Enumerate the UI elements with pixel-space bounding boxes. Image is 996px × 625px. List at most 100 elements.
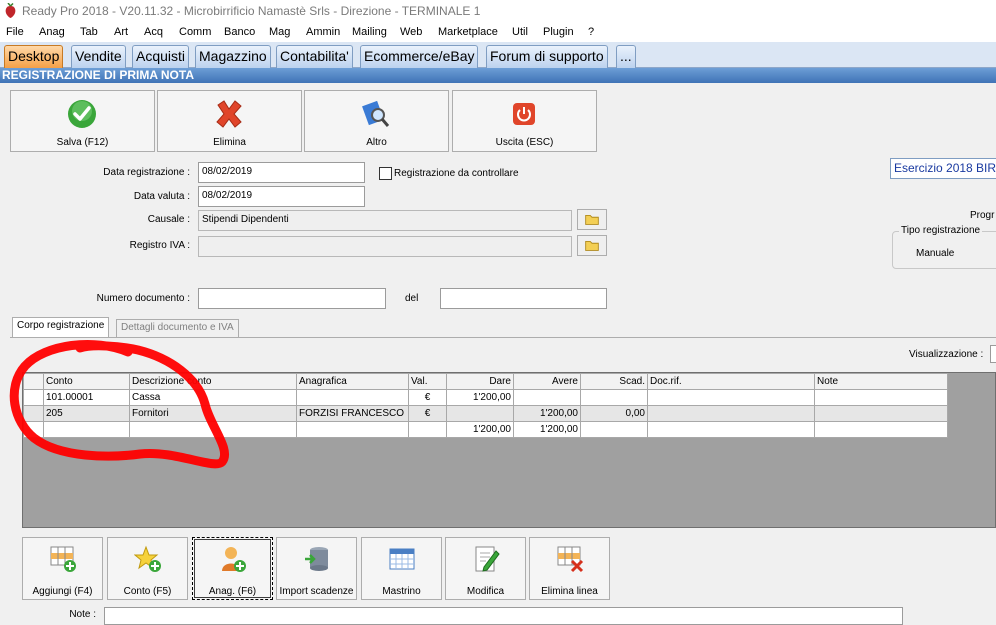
data-valuta-field[interactable]: 08/02/2019 xyxy=(198,186,365,207)
cell-val[interactable]: € xyxy=(408,405,447,422)
delete-button[interactable]: Elimina xyxy=(157,90,302,152)
cell-val[interactable]: € xyxy=(408,389,447,406)
tab-vendite[interactable]: Vendite xyxy=(71,45,126,68)
tab-magazzino[interactable]: Magazzino xyxy=(195,45,271,68)
conto-label: Conto (F5) xyxy=(123,586,172,597)
edit-document-icon xyxy=(475,546,500,572)
menu-plugin[interactable]: Plugin xyxy=(543,26,574,38)
user-add-icon xyxy=(222,547,246,572)
causale-label: Causale : xyxy=(147,214,190,225)
causale-browse-button[interactable] xyxy=(577,209,607,230)
row-indicator xyxy=(23,405,44,422)
tab-forum[interactable]: Forum di supporto xyxy=(486,45,608,68)
cell-descrizione[interactable]: Fornitori xyxy=(129,405,297,422)
tab-acquisti[interactable]: Acquisti xyxy=(132,45,190,68)
col-conto[interactable]: Conto xyxy=(43,373,130,390)
folder-icon xyxy=(585,240,599,251)
cell-scad[interactable]: 0,00 xyxy=(580,405,648,422)
cell-descrizione[interactable]: Cassa xyxy=(129,389,297,406)
registrazione-controllare-checkbox[interactable] xyxy=(379,167,392,180)
menu-acq[interactable]: Acq xyxy=(144,26,163,38)
exit-button[interactable]: Uscita (ESC) xyxy=(452,90,597,152)
note-label: Note : xyxy=(69,609,96,620)
menu-banco[interactable]: Banco xyxy=(224,26,255,38)
grid-header-row: Conto Descrizione conto Anagrafica Val. … xyxy=(23,373,948,390)
col-note[interactable]: Note xyxy=(814,373,948,390)
cell-note[interactable] xyxy=(814,405,948,422)
visualizzazione-label: Visualizzazione : xyxy=(909,349,984,360)
tab-more[interactable]: ... xyxy=(616,45,636,68)
elimina-linea-button[interactable]: Elimina linea xyxy=(529,537,610,600)
cell-docrif[interactable] xyxy=(647,389,815,406)
window-title: Ready Pro 2018 - V20.11.32 - Microbirrif… xyxy=(22,4,481,18)
col-val[interactable]: Val. xyxy=(408,373,447,390)
import-scadenze-button[interactable]: Import scadenze xyxy=(276,537,357,600)
table-row[interactable]: 205 Fornitori FORZISI FRANCESCO € 1'200,… xyxy=(23,405,948,422)
modifica-button[interactable]: Modifica xyxy=(445,537,526,600)
tab-desktop[interactable]: Desktop xyxy=(4,45,64,68)
other-label: Altro xyxy=(366,137,387,148)
cell-conto[interactable]: 101.00001 xyxy=(43,389,130,406)
cell-anagrafica[interactable]: FORZISI FRANCESCO xyxy=(296,405,409,422)
menu-help[interactable]: ? xyxy=(588,26,594,38)
tipo-registrazione-value[interactable]: Manuale xyxy=(916,248,954,259)
totals-row: 1'200,00 1'200,00 xyxy=(23,421,948,438)
tab-contabilita[interactable]: Contabilita' xyxy=(276,45,353,68)
menu-mag[interactable]: Mag xyxy=(269,26,290,38)
star-add-icon xyxy=(134,545,161,572)
col-descrizione[interactable]: Descrizione conto xyxy=(129,373,297,390)
grid-row-indicator-header xyxy=(23,373,44,390)
menu-ammin[interactable]: Ammin xyxy=(306,26,340,38)
col-docrif[interactable]: Doc.rif. xyxy=(647,373,815,390)
menu-file[interactable]: File xyxy=(6,26,24,38)
cell-scad[interactable] xyxy=(580,389,648,406)
note-field[interactable] xyxy=(104,607,903,625)
menu-bar: File Anag Tab Art Acq Comm Banco Mag Amm… xyxy=(0,23,996,42)
conto-button[interactable]: Conto (F5) xyxy=(107,537,188,600)
mastrino-button[interactable]: Mastrino xyxy=(361,537,442,600)
menu-tab[interactable]: Tab xyxy=(80,26,98,38)
menu-anag[interactable]: Anag xyxy=(39,26,65,38)
anag-button[interactable]: Anag. (F6) xyxy=(192,537,273,600)
col-dare[interactable]: Dare xyxy=(446,373,514,390)
add-row-button[interactable]: Aggiungi (F4) xyxy=(22,537,103,600)
menu-mailing[interactable]: Mailing xyxy=(352,26,387,38)
visualizzazione-select[interactable] xyxy=(990,345,996,363)
del-field[interactable] xyxy=(440,288,607,309)
data-registrazione-label: Data registrazione : xyxy=(103,167,190,178)
menu-web[interactable]: Web xyxy=(400,26,422,38)
save-button[interactable]: Salva (F12) xyxy=(10,90,155,152)
menu-art[interactable]: Art xyxy=(114,26,128,38)
table-row[interactable]: 101.00001 Cassa € 1'200,00 xyxy=(23,389,948,406)
col-scad[interactable]: Scad. xyxy=(580,373,648,390)
tab-divider xyxy=(10,337,996,338)
main-tabs: Desktop Vendite Acquisti Magazzino Conta… xyxy=(0,42,996,68)
menu-util[interactable]: Util xyxy=(512,26,528,38)
esercizio-select[interactable]: Esercizio 2018 BIR xyxy=(890,158,996,179)
menu-comm[interactable]: Comm xyxy=(179,26,211,38)
col-anagrafica[interactable]: Anagrafica xyxy=(296,373,409,390)
registration-grid-area: Conto Descrizione conto Anagrafica Val. … xyxy=(22,372,996,528)
registro-iva-field[interactable] xyxy=(198,236,572,257)
cell-docrif[interactable] xyxy=(647,405,815,422)
other-button[interactable]: Altro xyxy=(304,90,449,152)
causale-field[interactable]: Stipendi Dipendenti xyxy=(198,210,572,231)
tab-dettagli-documento[interactable]: Dettagli documento e IVA xyxy=(116,319,239,337)
cell-anagrafica[interactable] xyxy=(296,389,409,406)
tipo-registrazione-label: Tipo registrazione xyxy=(899,225,983,236)
cell-conto[interactable]: 205 xyxy=(43,405,130,422)
tab-corpo-registrazione[interactable]: Corpo registrazione xyxy=(12,317,110,338)
cell-avere[interactable] xyxy=(513,389,581,406)
numero-documento-field[interactable] xyxy=(198,288,386,309)
cell-dare[interactable]: 1'200,00 xyxy=(446,389,514,406)
tab-ecommerce[interactable]: Ecommerce/eBay xyxy=(360,45,479,68)
registro-iva-browse-button[interactable] xyxy=(577,235,607,256)
col-avere[interactable]: Avere xyxy=(513,373,581,390)
menu-marketplace[interactable]: Marketplace xyxy=(438,26,498,38)
cell-dare[interactable] xyxy=(446,405,514,422)
data-registrazione-field[interactable]: 08/02/2019 xyxy=(198,162,365,183)
cell-note[interactable] xyxy=(814,389,948,406)
modifica-label: Modifica xyxy=(466,586,505,597)
cell-avere[interactable]: 1'200,00 xyxy=(513,405,581,422)
exit-label: Uscita (ESC) xyxy=(495,137,554,148)
